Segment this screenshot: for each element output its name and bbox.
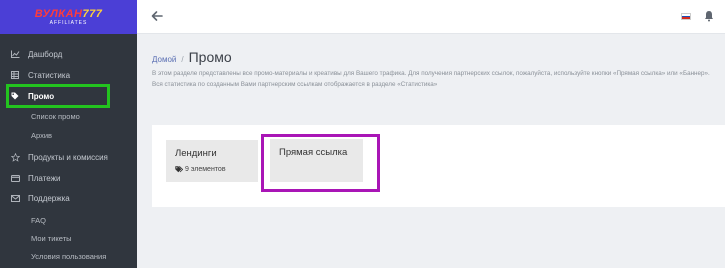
- line-chart-icon: [10, 50, 20, 58]
- star-icon: [10, 152, 20, 162]
- sidebar-subitem-terms[interactable]: Условия пользования: [31, 252, 106, 261]
- intro-text: В этом разделе представлены все промо-ма…: [152, 70, 710, 88]
- card-meta: 9 элементов: [175, 166, 226, 173]
- sidebar-item-label: Платежи: [28, 173, 61, 183]
- sidebar-item-support[interactable]: Поддержка: [0, 189, 137, 207]
- logo[interactable]: ВУЛКАН777 AFFILIATES: [0, 0, 137, 34]
- table-icon: [10, 71, 20, 79]
- envelope-icon: [10, 194, 20, 202]
- sidebar-item-label: Продукты и комиссия: [28, 152, 108, 162]
- sidebar-subitem-archive[interactable]: Архив: [31, 131, 52, 140]
- direct-link-highlight-frame: [261, 134, 380, 192]
- sidebar-item-dashboard[interactable]: Дашборд: [0, 45, 137, 63]
- sidebar-subitem-my-tickets[interactable]: Мои тикеты: [31, 234, 72, 243]
- card-meta-count: 9 элементов: [185, 166, 226, 173]
- sidebar-subitem-promo-list[interactable]: Список промо: [31, 112, 80, 121]
- tags-icon: [175, 166, 183, 173]
- sidebar: ВУЛКАН777 AFFILIATES: [0, 0, 137, 268]
- sidebar-item-label: Статистика: [28, 70, 71, 80]
- logo-wordmark: ВУЛКАН777: [34, 7, 103, 20]
- sidebar-subitem-faq[interactable]: FAQ: [31, 216, 46, 225]
- sidebar-item-label: Дашборд: [28, 49, 63, 59]
- card-landings[interactable]: Лендинги 9 элементов: [166, 140, 258, 182]
- promo-highlight-frame: [6, 84, 110, 108]
- arrow-left-icon[interactable]: [150, 9, 164, 23]
- logo-subtitle: AFFILIATES: [49, 19, 88, 26]
- breadcrumb: Домой / Промо: [152, 49, 232, 65]
- sidebar-item-payments[interactable]: Платежи: [0, 169, 137, 187]
- sidebar-item-products[interactable]: Продукты и комиссия: [0, 148, 137, 166]
- sidebar-item-statistics[interactable]: Статистика: [0, 66, 137, 84]
- page-title: Промо: [188, 49, 232, 65]
- language-flag-icon[interactable]: [681, 13, 691, 20]
- breadcrumb-separator: /: [181, 55, 184, 64]
- credit-card-icon: [10, 174, 20, 182]
- breadcrumb-home-link[interactable]: Домой: [152, 55, 176, 64]
- top-bar: [137, 0, 725, 34]
- card-title: Лендинги: [175, 148, 217, 159]
- bell-icon[interactable]: [704, 10, 714, 22]
- sidebar-item-label: Поддержка: [28, 193, 70, 203]
